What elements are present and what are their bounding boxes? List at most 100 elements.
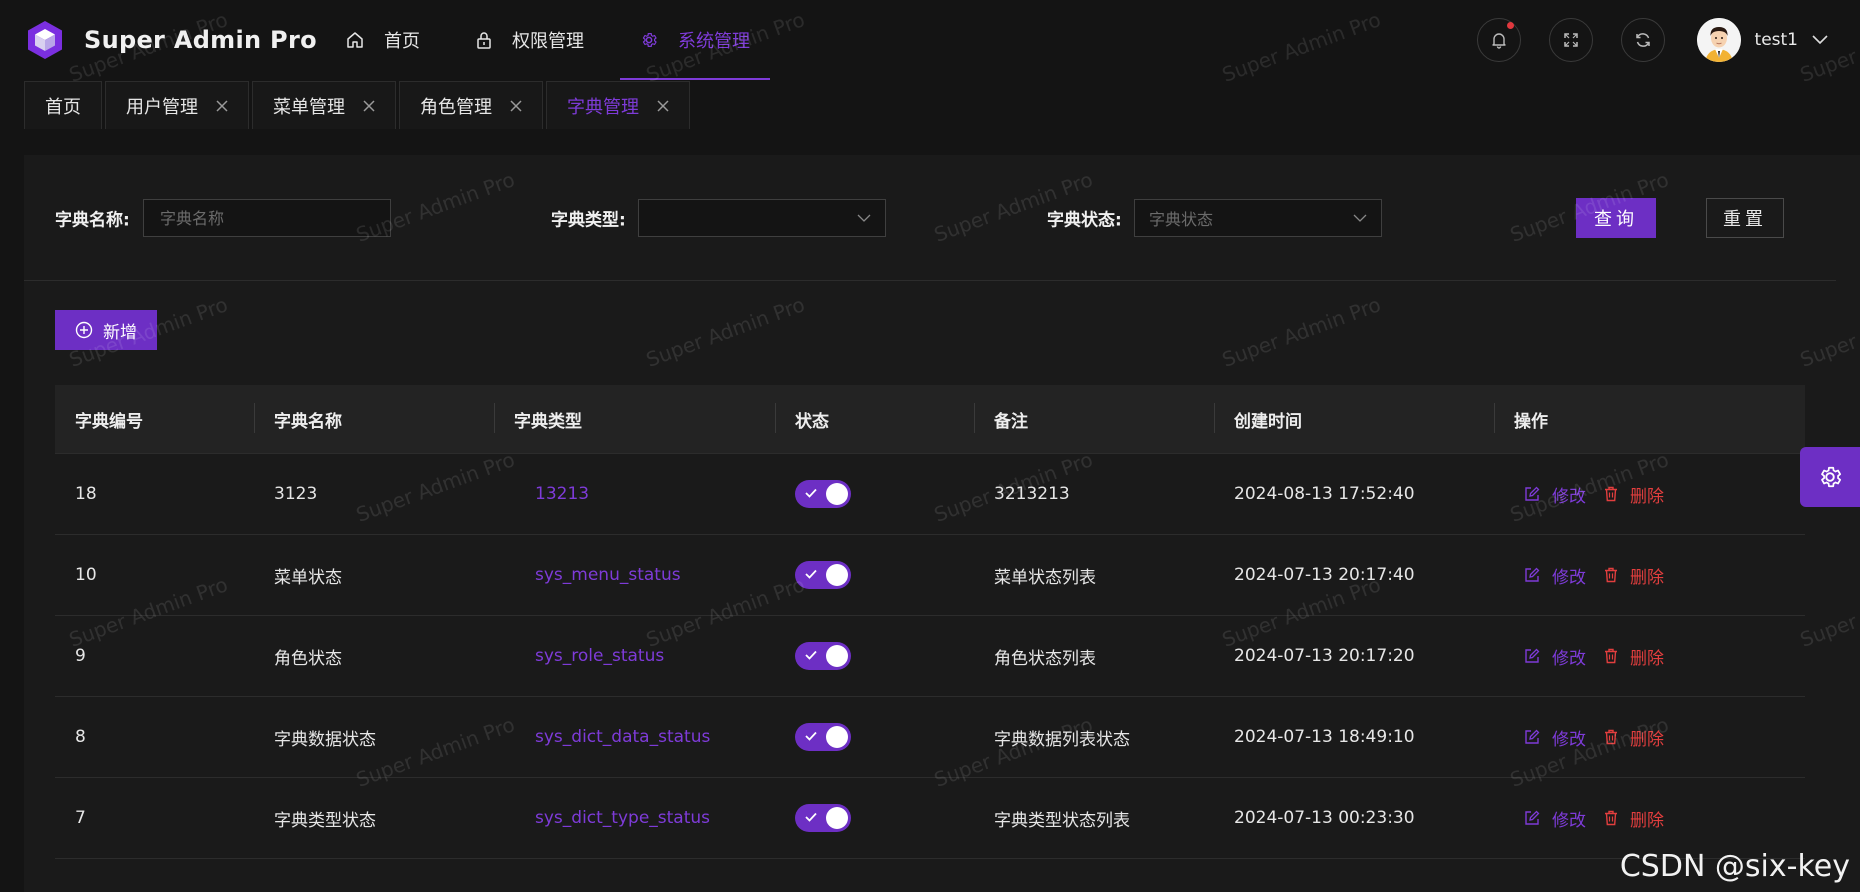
edit-button[interactable]: 修改 (1524, 725, 1586, 750)
edit-icon (1524, 486, 1540, 502)
tab-label: 角色管理 (420, 96, 492, 118)
tab-role-management[interactable]: 角色管理 (399, 81, 543, 129)
plus-circle-icon (75, 321, 93, 339)
table-row: 18 3123 13213 3213213 2024-08-13 17:52:40 修改 删… (55, 454, 1805, 535)
dict-type-link[interactable]: sys_menu_status (494, 565, 775, 585)
search-form: 字典名称: 字典类型: 字典状态: 字典状态 查询 重置 (24, 155, 1836, 281)
check-icon (804, 648, 818, 662)
top-menu-item-home[interactable]: 首页 (326, 0, 440, 80)
dict-type-link[interactable]: sys_role_status (494, 646, 775, 666)
close-icon[interactable] (363, 99, 375, 112)
cell-dict-name: 角色状态 (274, 648, 342, 669)
cell-status (775, 480, 974, 508)
toggle-knob (826, 564, 848, 586)
table-row: 10 菜单状态 sys_menu_status 菜单状态列表 2024-07-13 20… (55, 535, 1805, 616)
close-icon[interactable] (657, 99, 669, 112)
edit-button[interactable]: 修改 (1524, 806, 1586, 831)
cell-created-time: 2024-07-13 20:17:40 (1234, 565, 1415, 585)
delete-button[interactable]: 删除 (1604, 806, 1664, 831)
tab-user-management[interactable]: 用户管理 (105, 81, 249, 129)
status-toggle[interactable] (795, 804, 851, 832)
column-header: 字典名称 (254, 402, 494, 433)
edit-icon (1524, 648, 1540, 664)
delete-button[interactable]: 删除 (1604, 563, 1664, 588)
close-icon[interactable] (216, 99, 228, 112)
add-button[interactable]: 新增 (55, 310, 157, 350)
delete-button[interactable]: 删除 (1604, 644, 1664, 669)
chevron-down-icon[interactable] (1812, 35, 1828, 45)
status-toggle[interactable] (795, 561, 851, 589)
dict-type-link[interactable]: sys_dict_type_status (494, 808, 775, 828)
tab-menu-management[interactable]: 菜单管理 (252, 81, 396, 129)
top-menu-item-permissions[interactable]: 权限管理 (456, 0, 604, 80)
column-header: 字典类型 (494, 402, 775, 433)
page-tabs: 首页 用户管理 菜单管理 角色管理 字典管理 (24, 81, 693, 129)
chevron-down-icon (1353, 211, 1367, 225)
top-menu-item-system[interactable]: 系统管理 (620, 0, 770, 80)
dict-status-select[interactable]: 字典状态 (1134, 199, 1382, 237)
edit-label: 修改 (1552, 729, 1586, 750)
refresh-button[interactable] (1620, 18, 1665, 62)
cell-remark: 字典数据列表状态 (994, 729, 1130, 750)
edit-button[interactable]: 修改 (1524, 644, 1586, 669)
dict-type-link[interactable]: sys_dict_data_status (494, 727, 775, 747)
theme-settings-button[interactable] (1800, 447, 1860, 507)
dict-name-input[interactable] (158, 207, 390, 229)
column-header: 字典编号 (75, 411, 143, 432)
status-toggle[interactable] (795, 723, 851, 751)
delete-button[interactable]: 删除 (1604, 725, 1664, 750)
cell-remark: 角色状态列表 (994, 648, 1096, 669)
close-icon[interactable] (510, 99, 522, 112)
cell-remark: 3213213 (994, 484, 1070, 504)
query-button[interactable]: 查询 (1576, 198, 1656, 238)
edit-icon (1524, 810, 1540, 826)
dict-name-field[interactable] (143, 199, 391, 237)
dict-type-link[interactable]: 13213 (494, 484, 775, 504)
tab-dict-management[interactable]: 字典管理 (546, 81, 690, 129)
reset-button[interactable]: 重置 (1706, 198, 1784, 238)
fullscreen-icon (1563, 32, 1579, 48)
add-button-label: 新增 (103, 322, 137, 343)
cell-dict-name: 字典数据状态 (274, 729, 376, 750)
column-header: 备注 (974, 402, 1214, 433)
column-header: 创建时间 (1214, 402, 1494, 433)
cell-dict-id: 18 (75, 484, 97, 504)
top-menu: 首页 权限管理 系统管理 (326, 0, 786, 80)
edit-button[interactable]: 修改 (1524, 563, 1586, 588)
edit-label: 修改 (1552, 648, 1586, 669)
username[interactable]: test1 (1755, 30, 1798, 50)
cell-created-time: 2024-07-13 20:17:20 (1234, 646, 1415, 666)
table-row: 8 字典数据状态 sys_dict_data_status 字典数据列表状态 2024-… (55, 697, 1805, 778)
edit-label: 修改 (1552, 486, 1586, 507)
cell-status (775, 561, 974, 589)
tab-label: 菜单管理 (273, 96, 345, 118)
lock-icon (476, 31, 492, 49)
fullscreen-button[interactable] (1548, 18, 1593, 62)
dict-type-label: 字典类型: (551, 210, 626, 231)
delete-label: 删除 (1630, 729, 1664, 750)
tab-home[interactable]: 首页 (24, 81, 102, 129)
bell-icon (1490, 31, 1508, 49)
refresh-icon (1634, 31, 1652, 49)
brand-logo-icon (26, 19, 64, 61)
cell-actions: 修改 删除 (1494, 644, 1805, 669)
toggle-knob (826, 726, 848, 748)
delete-button[interactable]: 删除 (1604, 482, 1664, 507)
home-icon (346, 31, 364, 49)
notification-button[interactable] (1476, 18, 1521, 62)
toggle-knob (826, 807, 848, 829)
brand[interactable]: Super Admin Pro (26, 19, 326, 61)
cell-actions: 修改 删除 (1494, 563, 1805, 588)
cell-status (775, 642, 974, 670)
cell-dict-name: 字典类型状态 (274, 810, 376, 831)
dict-type-select[interactable] (638, 199, 886, 237)
edit-button[interactable]: 修改 (1524, 482, 1586, 507)
cell-actions: 修改 删除 (1494, 725, 1805, 750)
status-toggle[interactable] (795, 642, 851, 670)
edit-icon (1524, 567, 1540, 583)
top-menu-label: 首页 (384, 31, 420, 52)
table-row: 7 字典类型状态 sys_dict_type_status 字典类型状态列表 2024-… (55, 778, 1805, 859)
avatar[interactable] (1696, 18, 1741, 62)
status-toggle[interactable] (795, 480, 851, 508)
table-header: 字典编号 字典名称 字典类型 状态 备注 创建时间 操作 (55, 385, 1805, 454)
